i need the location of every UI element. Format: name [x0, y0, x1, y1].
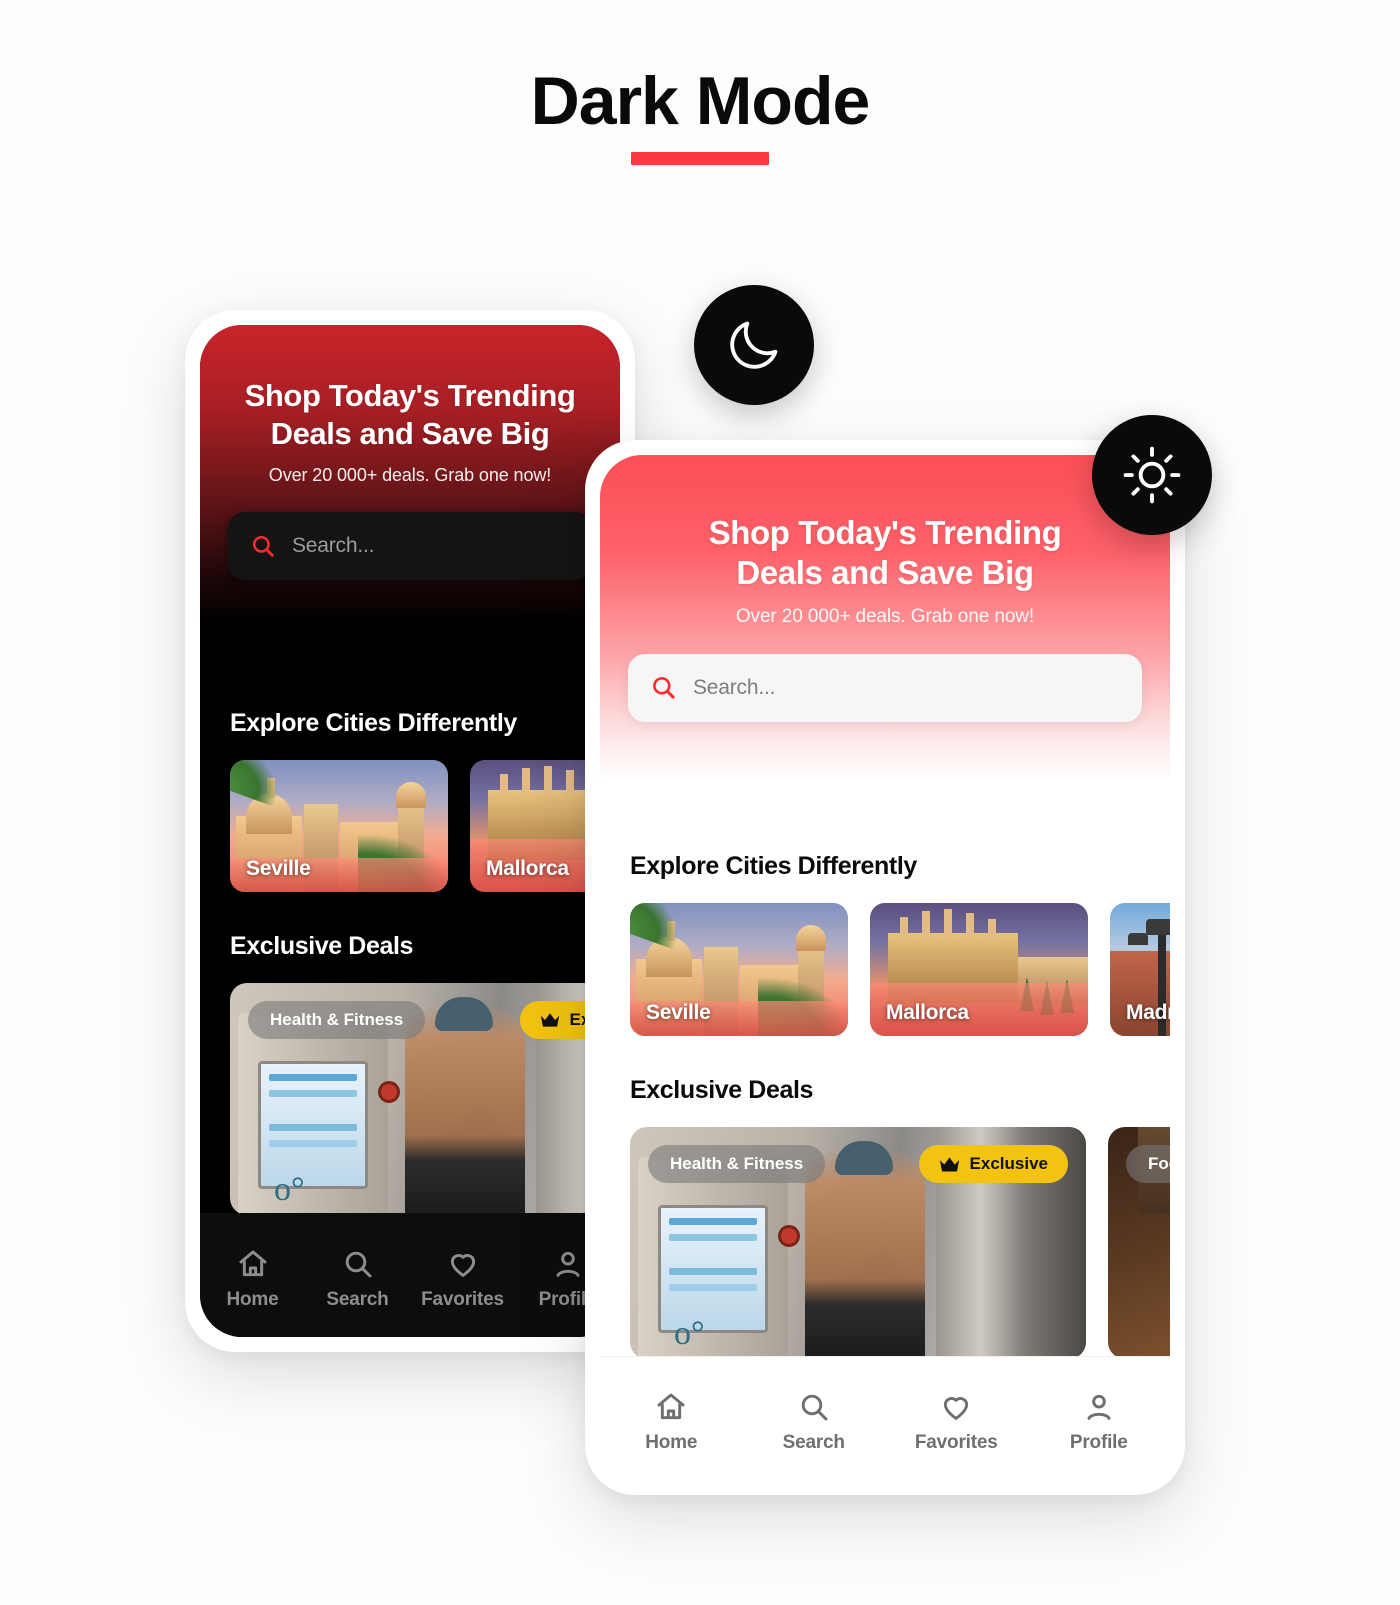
person-icon	[1087, 1394, 1111, 1420]
city-card-label: Seville	[646, 1001, 711, 1024]
search-container: Search...	[200, 511, 620, 580]
city-card-mallorca[interactable]: Mallorca	[870, 903, 1088, 1036]
city-card-seville[interactable]: Seville	[230, 760, 448, 892]
deal-category-tag: Food	[1126, 1145, 1170, 1183]
nav-label-favorites: Favorites	[421, 1288, 504, 1310]
section-exclusive-deals-dark: Exclusive Deals o° Health & Fitness	[200, 932, 620, 1215]
section-exclusive-deals-light: Exclusive Deals o° Health & Fitness Excl…	[600, 1076, 1170, 1359]
crown-icon	[939, 1157, 959, 1171]
nav-label-favorites: Favorites	[914, 1432, 998, 1453]
city-card-label: Mallorca	[886, 1001, 969, 1024]
dark-mode-toggle[interactable]	[694, 285, 814, 405]
light-mode-toggle[interactable]	[1092, 415, 1212, 535]
section-heading: Explore Cities Differently	[230, 709, 517, 737]
nav-item-search[interactable]: Search	[743, 1391, 886, 1454]
city-card-rail[interactable]: Seville	[600, 881, 1170, 1036]
nav-item-home[interactable]: Home	[200, 1248, 305, 1311]
heart-icon	[450, 1253, 475, 1277]
search-icon	[653, 677, 675, 699]
moon-icon	[730, 321, 778, 369]
deal-card-rail[interactable]: o° Health & Fitness Exclusive	[600, 1105, 1170, 1359]
search-icon	[345, 1251, 371, 1277]
light-mode-phone-mockup: Shop Today's Trending Deals and Save Big…	[600, 455, 1170, 1480]
exclusive-badge-label: Exclusive	[969, 1154, 1048, 1173]
deal-category-tag: Health & Fitness	[248, 1001, 426, 1039]
search-icon	[252, 535, 274, 557]
header-subtitle: Over 20 000+ deals. Grab one now!	[735, 605, 1035, 627]
nav-item-search[interactable]: Search	[305, 1248, 410, 1311]
nav-label-home: Home	[645, 1432, 698, 1453]
crown-icon	[540, 1013, 559, 1027]
search-input[interactable]: Search...	[628, 653, 1142, 722]
header-title-line2: Deals and Save Big	[270, 415, 550, 451]
nav-label-search: Search	[326, 1288, 389, 1310]
deal-card-rail[interactable]: o° Health & Fitness Exclusive	[200, 961, 620, 1215]
header-title-line1: Shop Today's Trending	[244, 378, 576, 413]
city-card-label: Mallorca	[486, 857, 569, 880]
exclusive-badge: Exclusive	[918, 1145, 1068, 1183]
header-title-line1: Shop Today's Trending	[708, 514, 1062, 551]
section-heading: Exclusive Deals	[630, 1076, 814, 1104]
section-explore-cities-dark: Explore Cities Differently Seville Mallo…	[200, 709, 620, 892]
deal-category-tag: Health & Fitness	[648, 1145, 826, 1183]
deal-card-health-fitness[interactable]: o° Health & Fitness Exclusive	[630, 1127, 1086, 1359]
search-placeholder: Search...	[693, 675, 776, 699]
sun-icon	[1123, 446, 1181, 504]
title-underline-rule	[631, 152, 769, 165]
bottom-navigation-light[interactable]: Home Search Favorites Profile	[600, 1356, 1170, 1480]
search-container: Search...	[600, 653, 1170, 722]
nav-item-profile[interactable]: Profile	[1028, 1391, 1171, 1454]
home-icon	[657, 1393, 685, 1420]
city-card-rail[interactable]: Seville	[200, 738, 620, 892]
city-card-seville[interactable]: Seville	[630, 903, 848, 1036]
nav-label-profile: Profile	[1069, 1432, 1128, 1453]
header-title: Shop Today's Trending Deals and Save Big	[200, 377, 620, 453]
section-heading: Explore Cities Differently	[630, 852, 917, 880]
header-title-line2: Deals and Save Big	[736, 554, 1034, 592]
city-card-madrid[interactable]: Madrid	[1110, 903, 1170, 1036]
header-subtitle: Over 20 000+ deals. Grab one now!	[268, 464, 552, 485]
nav-label-home: Home	[226, 1288, 279, 1310]
bottom-navigation-dark[interactable]: Home Search Favorites Profile	[200, 1213, 620, 1337]
search-placeholder: Search...	[292, 533, 375, 557]
header-title: Shop Today's Trending Deals and Save Big	[600, 513, 1170, 594]
dark-mode-phone-mockup: Shop Today's Trending Deals and Save Big…	[200, 325, 620, 1337]
app-header-light: Shop Today's Trending Deals and Save Big…	[600, 455, 1170, 780]
nav-item-home[interactable]: Home	[600, 1391, 743, 1454]
deal-card-health-fitness[interactable]: o° Health & Fitness Exclusive	[230, 983, 620, 1215]
home-icon	[239, 1250, 266, 1276]
section-heading: Exclusive Deals	[230, 932, 414, 960]
app-header-dark: Shop Today's Trending Deals and Save Big…	[200, 325, 620, 625]
nav-item-favorites[interactable]: Favorites	[410, 1248, 515, 1311]
city-card-label: Seville	[246, 857, 311, 880]
screenshot-canvas: Dark Mode Shop Today's Trending Deals an…	[0, 0, 1400, 1605]
section-explore-cities-light: Explore Cities Differently Seville Mallo…	[600, 852, 1170, 1036]
deal-card-food[interactable]: Food	[1108, 1127, 1170, 1359]
search-icon	[801, 1394, 828, 1421]
person-icon	[556, 1251, 579, 1277]
nav-item-favorites[interactable]: Favorites	[885, 1391, 1028, 1454]
page-title: Dark Mode	[530, 63, 871, 139]
nav-label-search: Search	[782, 1432, 845, 1453]
city-card-label: Madrid	[1126, 1001, 1170, 1024]
search-input[interactable]: Search...	[228, 511, 592, 580]
heart-icon	[944, 1397, 969, 1420]
